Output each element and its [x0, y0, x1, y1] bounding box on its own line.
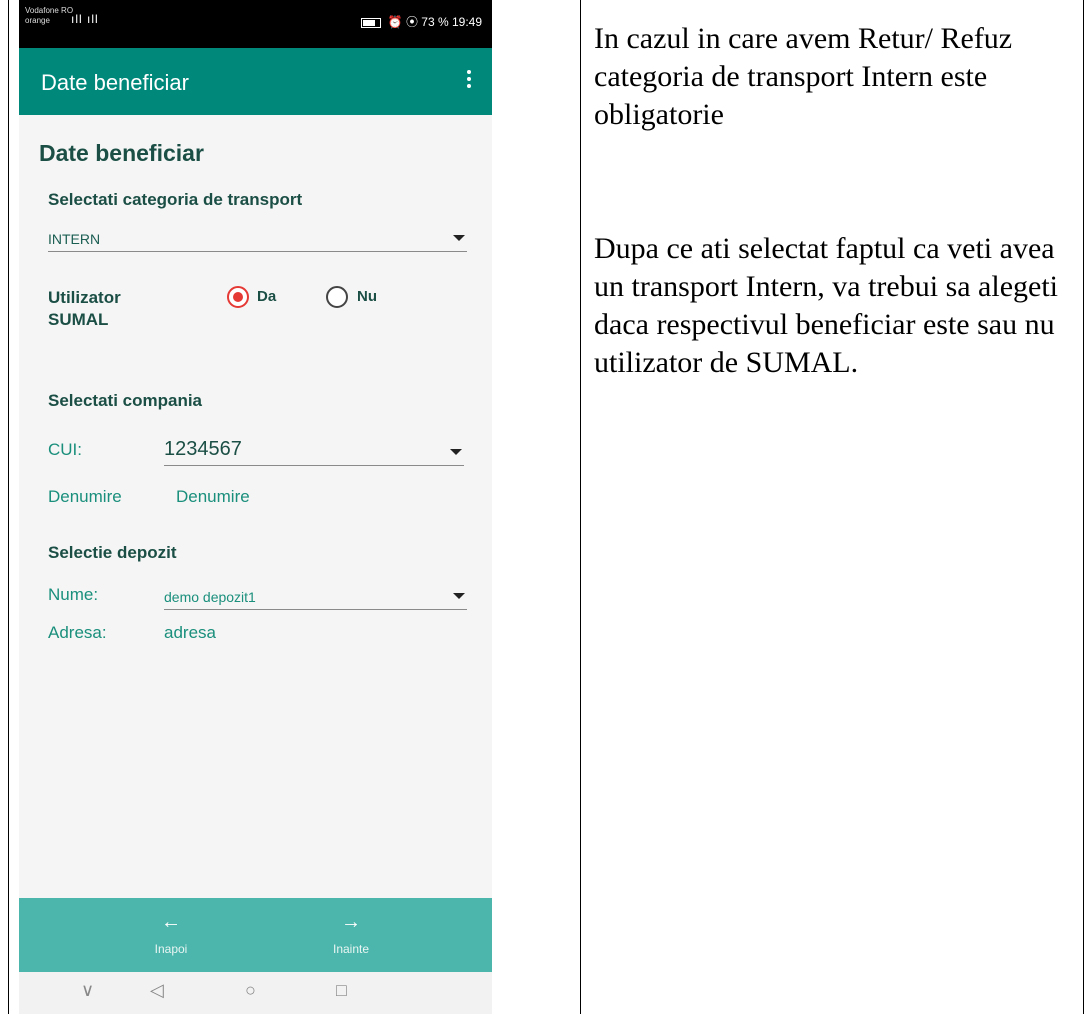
radio-da[interactable]: [227, 286, 249, 308]
system-navigation-bar: ∨ ◁ ○ □: [19, 972, 492, 1014]
next-label: Inainte: [332, 942, 370, 956]
depozit-label: Selectie depozit: [48, 543, 177, 562]
table-border-left: [8, 0, 9, 1014]
app-bar: Date beneficiar: [19, 48, 492, 115]
dropdown-arrow-icon: [453, 235, 465, 241]
phone-screenshot: Vodafone RO orange ıll ıll ⏰ ⦿ 73 % 19:4…: [19, 0, 492, 1014]
status-time: ⏰ ⦿ 73 % 19:49: [387, 15, 482, 29]
cui-value: 1234567: [164, 438, 242, 460]
bottom-navigation: ← Inapoi → Inainte: [19, 898, 492, 972]
arrow-left-icon: ←: [161, 911, 181, 933]
status-right: ⏰ ⦿ 73 % 19:49: [361, 13, 482, 30]
back-label: Inapoi: [154, 942, 188, 956]
cui-label: CUI:: [48, 440, 82, 459]
compania-label: Selectati compania: [48, 391, 203, 410]
dropdown-arrow-icon: [450, 449, 462, 455]
recent-apps-icon[interactable]: □: [336, 980, 347, 1001]
adresa-label: Adresa:: [48, 623, 107, 642]
explanation-paragraph-2: Dupa ce ati selectat faptul ca veti avea…: [594, 232, 1059, 379]
next-button[interactable]: → Inainte: [291, 898, 411, 972]
signal-icon: ıll ıll: [71, 12, 99, 26]
utilizator-label: Utilizator SUMAL: [48, 287, 121, 331]
app-bar-title: Date beneficiar: [41, 70, 189, 95]
carrier-top: Vodafone RO: [25, 6, 74, 15]
adresa-value: adresa: [164, 623, 216, 642]
nume-label: Nume:: [48, 585, 99, 604]
transport-label: Selectati categoria de transport: [48, 190, 303, 209]
carrier-label: Vodafone RO orange: [25, 6, 73, 26]
radio-nu-label: Nu: [357, 288, 377, 305]
cui-dropdown[interactable]: 1234567: [164, 430, 464, 466]
back-triangle-icon[interactable]: ◁: [150, 980, 164, 1001]
table-border-middle: [580, 0, 581, 1014]
denumire-value: Denumire: [176, 487, 250, 506]
explanation-paragraph-1: In cazul in care avem Retur/ Refuz categ…: [594, 22, 1013, 131]
transport-value: INTERN: [48, 231, 101, 247]
menu-dots-icon[interactable]: [464, 70, 474, 92]
home-circle-icon[interactable]: ○: [245, 980, 256, 1001]
section-title: Date beneficiar: [39, 140, 204, 166]
status-bar: Vodafone RO orange ıll ıll ⏰ ⦿ 73 % 19:4…: [19, 0, 492, 48]
arrow-right-icon: →: [341, 911, 361, 933]
chevron-down-icon[interactable]: ∨: [81, 980, 94, 1001]
nume-dropdown[interactable]: demo depozit1: [164, 582, 467, 610]
dropdown-arrow-icon: [453, 593, 465, 599]
battery-icon: [361, 17, 382, 28]
nume-value: demo depozit1: [164, 589, 256, 605]
back-button[interactable]: ← Inapoi: [111, 898, 231, 972]
carrier-bottom: orange: [25, 16, 50, 25]
utilizator-label-line2: SUMAL: [48, 310, 109, 329]
table-border-right: [1083, 0, 1084, 1014]
radio-nu[interactable]: [326, 286, 348, 308]
denumire-label: Denumire: [48, 487, 122, 506]
transport-dropdown[interactable]: INTERN: [48, 222, 467, 252]
radio-da-label: Da: [257, 288, 277, 305]
utilizator-label-line1: Utilizator: [48, 288, 121, 307]
